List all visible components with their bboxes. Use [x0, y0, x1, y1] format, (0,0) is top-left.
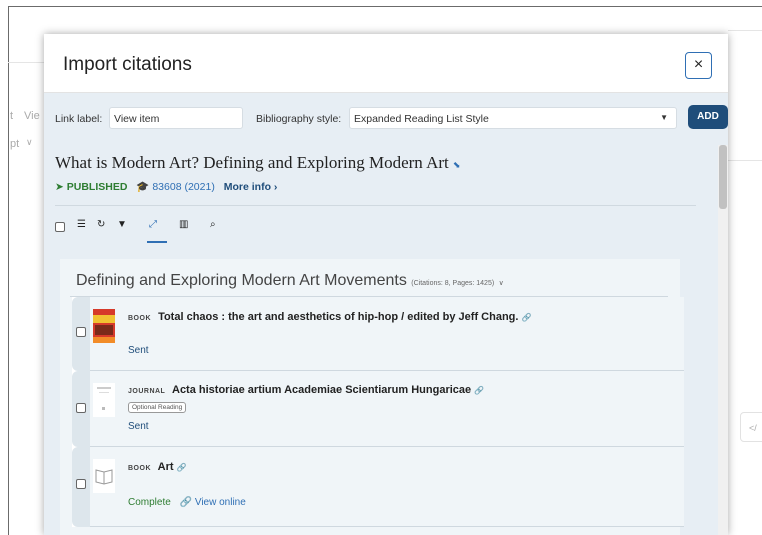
optional-reading-badge: Optional Reading	[128, 402, 187, 413]
bg-text-fragment: pt	[10, 138, 20, 150]
filter-icon[interactable]: ▼	[117, 219, 127, 230]
item-type: BOOK	[128, 315, 151, 322]
item-title[interactable]: BOOK Art 🔗	[128, 461, 187, 473]
refresh-icon[interactable]: ↻	[97, 219, 105, 230]
bibliography-style-caption: Bibliography style:	[256, 113, 342, 125]
content-area: What is Modern Art? Defining and Explori…	[44, 145, 728, 535]
bg-code-button: </	[740, 412, 762, 442]
bibliography-style-select[interactable]: Expanded Reading List Style ▼	[349, 107, 677, 129]
toolbar: ☰ ↻ ▼ ⤢ ▥ ⌕	[55, 207, 695, 245]
chevron-right-icon: ›	[273, 181, 278, 193]
section-title: Defining and Exploring Modern Art Moveme…	[76, 272, 504, 290]
item-type: JOURNAL	[128, 388, 166, 395]
link-icon: 🔗	[176, 463, 187, 472]
section-panel: Defining and Exploring Modern Art Moveme…	[60, 259, 684, 535]
published-label: PUBLISHED	[66, 181, 128, 193]
view-online-label: View online	[194, 497, 246, 508]
bg-text-fragment: Vie	[24, 110, 40, 122]
close-button[interactable]: ×	[685, 52, 712, 79]
modal-header: Import citations ×	[44, 34, 728, 93]
list-item: JOURNAL Acta historiae artium Academiae …	[72, 371, 684, 447]
link-icon: 🔗	[179, 497, 193, 508]
journal-cover-image	[93, 383, 115, 417]
chevron-down-icon[interactable]: ∨	[499, 280, 504, 287]
expand-icon[interactable]: ⤢	[149, 219, 157, 230]
item-status: Sent	[128, 421, 149, 432]
item-checkbox[interactable]	[76, 403, 86, 413]
item-body: BOOK Total chaos : the art and aesthetic…	[90, 297, 684, 371]
section-title-text: Defining and Exploring Modern Art Moveme…	[76, 272, 407, 289]
send-icon: ➤	[55, 181, 64, 193]
item-type: BOOK	[128, 465, 151, 472]
link-label-caption: Link label:	[55, 113, 103, 125]
item-status: Complete 🔗 View online	[128, 497, 246, 508]
chevron-down-icon: ∨	[26, 137, 33, 147]
modal-title: Import citations	[63, 54, 192, 75]
item-status-text: Complete	[128, 497, 171, 508]
reading-list-title-text: What is Modern Art? Defining and Explori…	[55, 153, 449, 172]
link-icon: 🔗	[474, 386, 485, 395]
add-button[interactable]: ADD	[688, 105, 728, 129]
item-title[interactable]: BOOK Total chaos : the art and aesthetic…	[128, 311, 531, 323]
select-all-checkbox[interactable]	[55, 222, 65, 232]
stats: 🎓 83608 (2021)	[136, 181, 217, 193]
item-title[interactable]: JOURNAL Acta historiae artium Academiae …	[128, 384, 484, 396]
item-checkbox[interactable]	[76, 327, 86, 337]
list-item: BOOK Total chaos : the art and aesthetic…	[72, 297, 684, 371]
chart-icon[interactable]: ▥	[179, 219, 188, 230]
item-body: JOURNAL Acta historiae artium Academiae …	[90, 371, 684, 447]
more-info-link[interactable]: More info ›	[224, 181, 278, 193]
item-title-text: Acta historiae artium Academiae Scientia…	[172, 384, 472, 396]
book-placeholder-icon	[93, 459, 115, 493]
bibliography-style-value: Expanded Reading List Style	[354, 113, 489, 125]
search-icon[interactable]: ⌕	[210, 219, 216, 230]
reading-list-meta: ➤ PUBLISHED 🎓 83608 (2021) More info ›	[55, 180, 277, 193]
list-icon[interactable]: ☰	[77, 219, 86, 230]
graduation-cap-icon: 🎓	[136, 181, 150, 193]
bg-text-fragment: t	[10, 110, 14, 122]
item-checkbox[interactable]	[76, 479, 86, 489]
item-title-text: Total chaos : the art and aesthetics of …	[158, 311, 519, 323]
external-link-icon[interactable]: ⬊	[453, 160, 461, 170]
link-icon: 🔗	[521, 313, 532, 322]
list-item: BOOK Art 🔗 Complete 🔗 View online	[72, 447, 684, 527]
stats-value: 83608 (2021)	[152, 181, 215, 193]
divider	[55, 205, 696, 206]
view-online-link[interactable]: 🔗 View online	[180, 497, 246, 508]
published-status: ➤ PUBLISHED	[55, 181, 130, 193]
dropdown-arrow-icon: ▼	[660, 113, 668, 122]
link-label-input[interactable]: View item	[109, 107, 243, 129]
section-meta: (Citations: 8, Pages: 1425)	[411, 280, 495, 287]
item-status: Sent	[128, 345, 149, 356]
settings-bar: Link label: View item Bibliography style…	[44, 93, 728, 145]
reading-list-title: What is Modern Art? Defining and Explori…	[55, 153, 461, 173]
more-info-label: More info	[223, 181, 271, 193]
scrollbar-thumb[interactable]	[719, 145, 727, 209]
scrollbar[interactable]	[718, 145, 728, 535]
active-tab-indicator	[147, 241, 167, 243]
import-citations-modal: Import citations × Link label: View item…	[44, 34, 728, 535]
item-title-text: Art	[157, 461, 174, 473]
item-body: BOOK Art 🔗 Complete 🔗 View online	[90, 447, 684, 527]
book-cover-image	[93, 309, 115, 343]
